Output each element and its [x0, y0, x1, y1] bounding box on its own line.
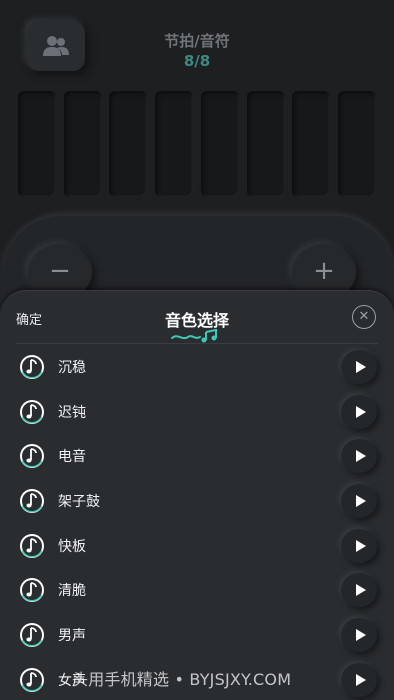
- tone-list-item[interactable]: 清脆: [0, 567, 394, 612]
- tone-label: 快板: [58, 538, 86, 555]
- tone-list-item[interactable]: 沉稳: [0, 344, 394, 389]
- beat-indicator[interactable]: [155, 91, 194, 197]
- play-icon: [355, 361, 366, 373]
- play-icon: [355, 495, 366, 508]
- tone-list-item[interactable]: 电音: [0, 433, 394, 478]
- music-note-icon: [18, 532, 46, 560]
- music-note-icon: [18, 666, 46, 694]
- screen: 节拍/音符 8/8 − + 确定 音色选择 ✕ 沉稳 迟钝 电音 架子鼓 快板 清脆 男声女…: [0, 0, 394, 700]
- play-button[interactable]: [341, 484, 377, 519]
- beat-indicator[interactable]: [246, 91, 285, 197]
- play-button[interactable]: [341, 662, 377, 697]
- play-button[interactable]: [341, 439, 377, 474]
- music-note-icon: [18, 442, 46, 470]
- play-button[interactable]: [341, 350, 377, 384]
- beat-indicator[interactable]: [18, 91, 56, 197]
- tone-label: 男声: [58, 628, 86, 645]
- play-button[interactable]: [341, 394, 377, 429]
- beat-indicator[interactable]: [200, 91, 239, 197]
- tone-label: 电音: [58, 449, 86, 466]
- play-icon: [355, 584, 366, 597]
- beat-indicator[interactable]: [109, 91, 148, 197]
- beat-count: 8/8: [183, 52, 211, 70]
- tone-select-sheet: 确定 音色选择 ✕ 沉稳 迟钝 电音 架子鼓 快板 清脆 男声 女声: [0, 290, 394, 700]
- tone-list: 沉稳 迟钝 电音 架子鼓 快板 清脆 男声 女声: [0, 344, 394, 700]
- close-icon: ✕: [358, 309, 370, 324]
- tone-list-item[interactable]: 男声: [0, 612, 394, 657]
- play-icon: [355, 673, 366, 686]
- tone-label: 清脆: [58, 583, 86, 600]
- title-decoration-icon: [171, 329, 217, 343]
- watermark: 头用手机精选 • BYJSJXY.COM: [72, 670, 292, 689]
- tone-list-item[interactable]: 迟钝: [0, 389, 394, 434]
- beat-indicator[interactable]: [63, 91, 102, 197]
- beat-indicators: [18, 91, 376, 197]
- close-button[interactable]: ✕: [352, 305, 376, 329]
- beat-title: 节拍/音符: [164, 32, 230, 50]
- play-icon: [355, 629, 366, 642]
- tone-list-item[interactable]: 架子鼓: [0, 478, 394, 523]
- tone-label: 架子鼓: [58, 494, 100, 511]
- music-note-icon: [18, 621, 46, 649]
- play-button[interactable]: [341, 618, 377, 653]
- play-icon: [355, 405, 366, 418]
- beat-indicator[interactable]: [292, 91, 331, 197]
- tone-label: 迟钝: [58, 404, 86, 421]
- music-note-icon: [18, 487, 46, 515]
- beat-indicator[interactable]: [337, 91, 376, 197]
- music-note-icon: [18, 398, 46, 426]
- sheet-title: 音色选择: [164, 311, 229, 330]
- play-icon: [355, 539, 366, 552]
- tone-label: 沉稳: [58, 360, 86, 376]
- tone-list-item[interactable]: 快板: [0, 523, 394, 568]
- play-button[interactable]: [341, 573, 377, 608]
- play-icon: [355, 450, 366, 463]
- music-note-icon: [18, 353, 46, 381]
- play-button[interactable]: [341, 528, 377, 563]
- music-note-icon: [18, 576, 46, 604]
